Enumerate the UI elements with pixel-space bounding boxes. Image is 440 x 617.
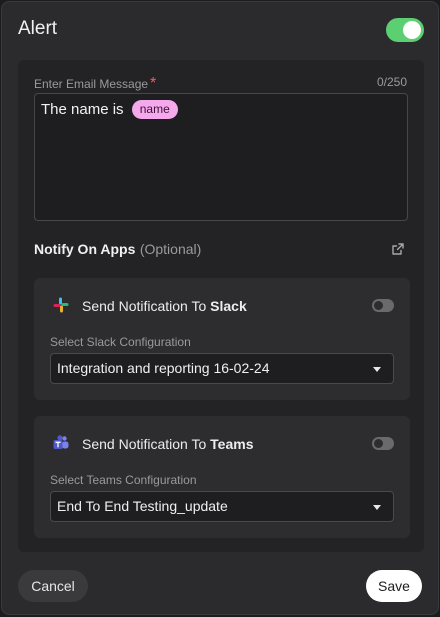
save-button[interactable]: Save: [366, 570, 422, 602]
alert-dialog: Alert Enter Email Message * 0/250 The nam…: [1, 1, 439, 615]
slack-card-title: Send Notification To Slack: [82, 298, 247, 314]
notify-on-apps-header: Notify On Apps (Optional): [34, 241, 408, 261]
required-mark: *: [150, 75, 157, 92]
dialog-header: Alert: [18, 18, 424, 44]
teams-config-select[interactable]: End To End Testing_update: [50, 491, 394, 522]
email-label-text: Enter Email Message: [34, 77, 149, 91]
slack-selected-value: Integration and reporting 16-02-24: [57, 360, 270, 376]
chevron-down-icon: [373, 505, 381, 510]
message-text: The name is: [41, 101, 124, 118]
external-link-icon[interactable]: [390, 241, 406, 257]
teams-icon: [52, 434, 70, 452]
alert-form-panel: Enter Email Message * 0/250 The name is n…: [18, 60, 424, 552]
teams-notification-card: Send Notification To Teams Select Teams …: [34, 416, 410, 538]
variable-chip-name[interactable]: name: [131, 100, 178, 119]
slack-notification-toggle[interactable]: [372, 299, 394, 312]
slack-icon: [52, 296, 70, 314]
teams-card-title: Send Notification To Teams: [82, 436, 253, 452]
email-message-label: Enter Email Message *: [34, 75, 156, 93]
notify-title: Notify On Apps: [34, 241, 136, 257]
alert-enabled-toggle[interactable]: [386, 18, 424, 42]
slack-notification-card: Send Notification To Slack Select Slack …: [34, 278, 410, 400]
dialog-title: Alert: [18, 18, 58, 39]
email-message-textarea[interactable]: The name is name: [34, 93, 408, 221]
slack-title-prefix: Send Notification To: [82, 298, 207, 314]
teams-selected-value: End To End Testing_update: [57, 498, 228, 514]
teams-app-name: Teams: [210, 436, 254, 452]
optional-text: (Optional): [139, 241, 202, 257]
slack-config-select[interactable]: Integration and reporting 16-02-24: [50, 353, 394, 384]
teams-title-prefix: Send Notification To: [82, 436, 207, 452]
teams-config-label: Select Teams Configuration: [50, 473, 197, 487]
chevron-down-icon: [373, 367, 381, 372]
character-counter: 0/250: [376, 75, 407, 89]
slack-app-name: Slack: [210, 298, 247, 314]
cancel-button[interactable]: Cancel: [18, 570, 88, 602]
slack-config-label: Select Slack Configuration: [50, 335, 191, 349]
teams-notification-toggle[interactable]: [372, 437, 394, 450]
